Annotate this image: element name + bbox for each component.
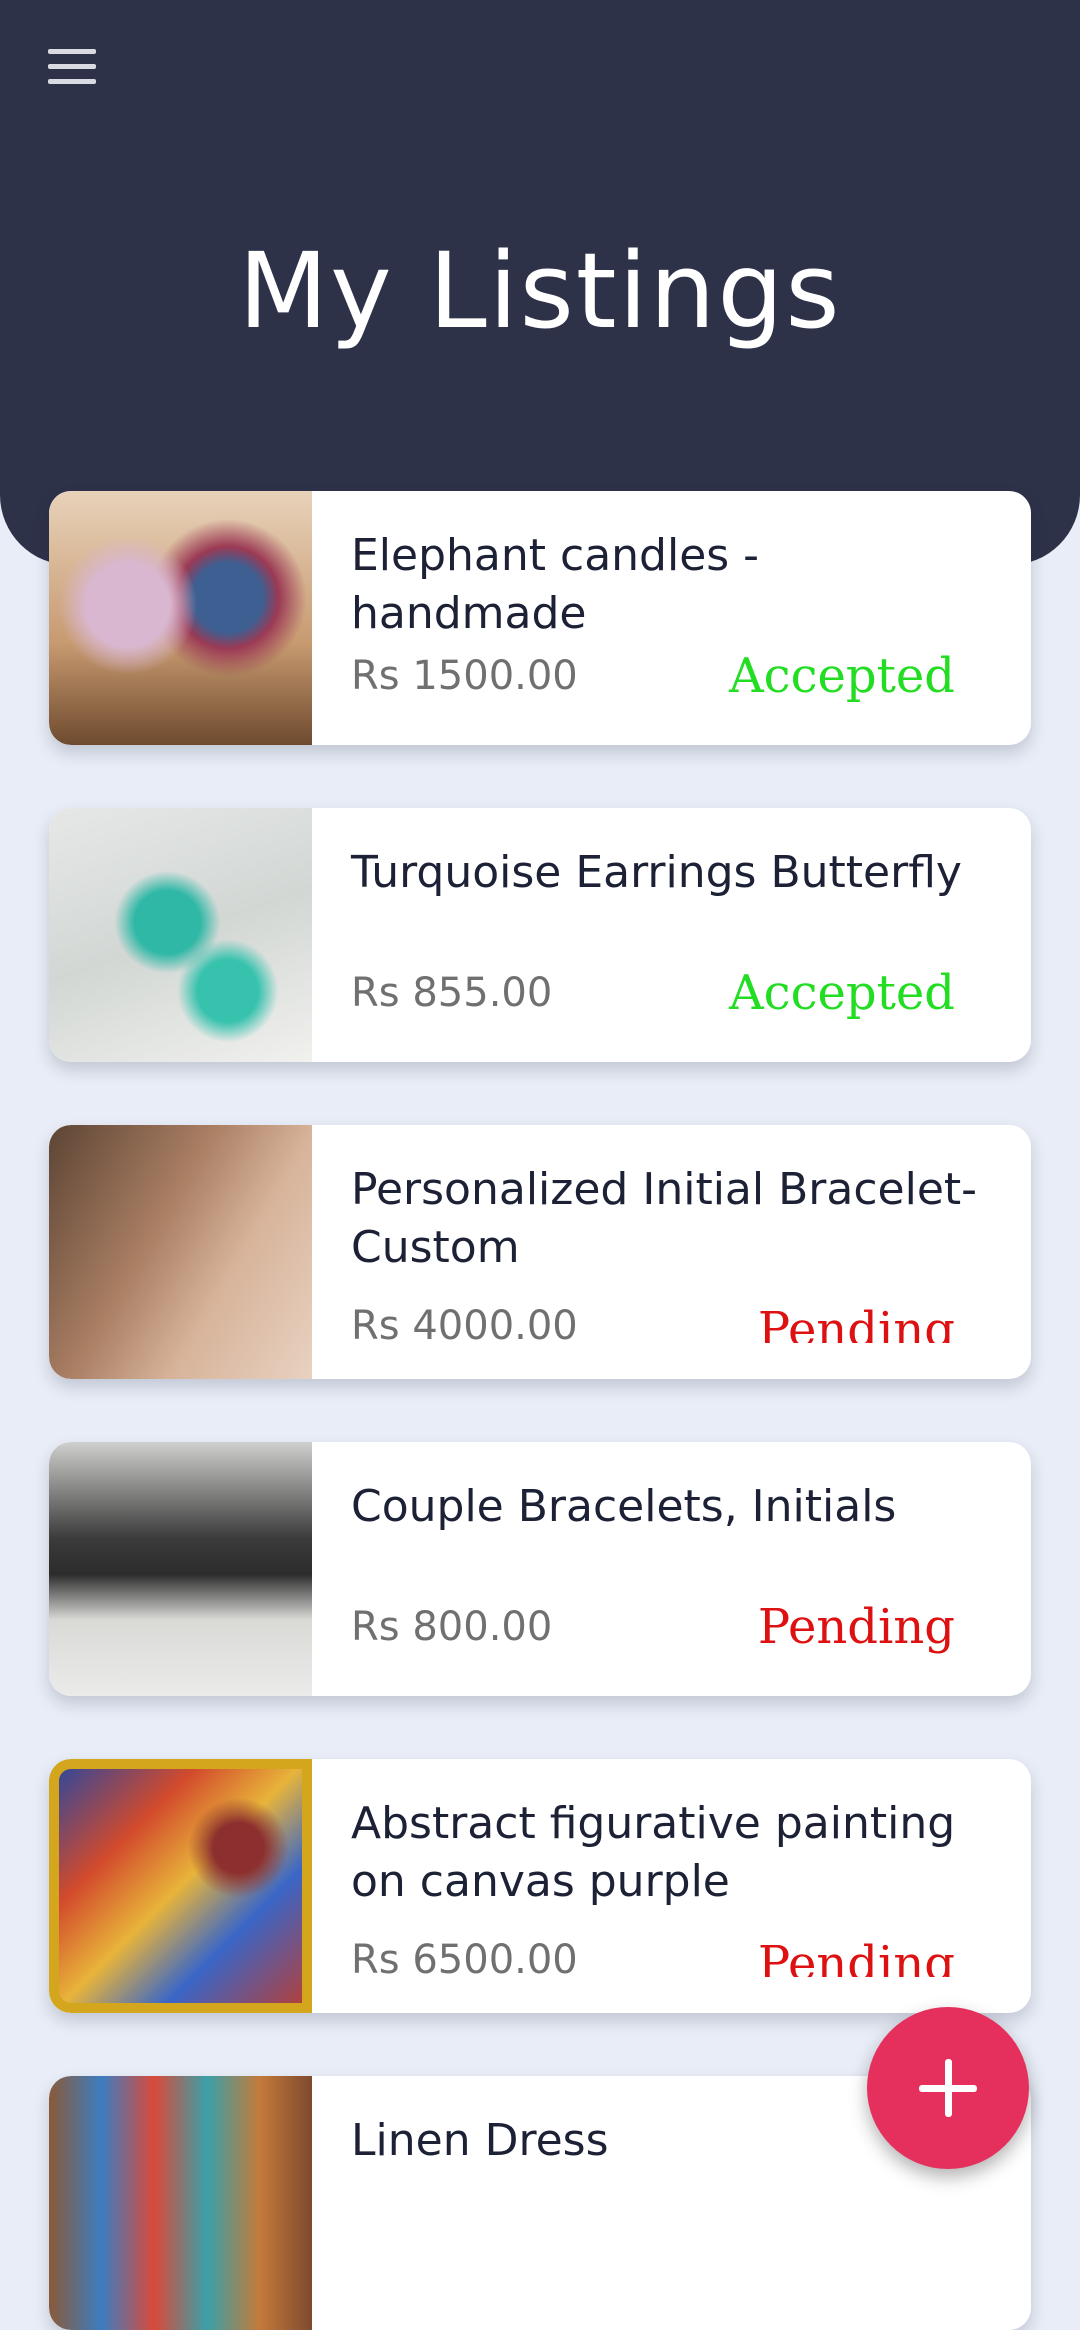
listing-status: Pending <box>757 1936 955 1977</box>
listing-title: Abstract figurative painting on canvas p… <box>351 1798 956 1907</box>
listing-status: Pending <box>757 1302 955 1343</box>
listing-image <box>49 2076 312 2330</box>
listing-title: Personalized Initial Bracelet-Custom <box>351 1164 978 1273</box>
listing-card[interactable]: Elephant candles - handmade Rs 1500.00 A… <box>49 491 1031 745</box>
listing-title: Turquoise Earrings Butterfly <box>351 847 962 898</box>
listing-card[interactable]: Personalized Initial Bracelet-Custom Rs … <box>49 1125 1031 1379</box>
listing-status: Accepted <box>729 648 955 704</box>
header: My Listings <box>0 0 1080 565</box>
listing-price: Rs 800.00 <box>351 1604 553 1650</box>
listing-card[interactable]: Couple Bracelets, Initials Rs 800.00 Pen… <box>49 1442 1031 1696</box>
hamburger-menu-icon[interactable] <box>36 36 108 100</box>
listing-image <box>49 1759 312 2013</box>
listing-card[interactable]: Abstract figurative painting on canvas p… <box>49 1759 1031 2013</box>
listing-image <box>49 808 312 1062</box>
plus-icon <box>867 2007 1029 2169</box>
listing-image <box>49 1442 312 1696</box>
listing-image <box>49 1125 312 1379</box>
add-listing-button[interactable] <box>867 2007 1029 2169</box>
listing-title: Couple Bracelets, Initials <box>351 1481 897 1532</box>
listing-price: Rs 855.00 <box>351 970 553 1016</box>
listing-card[interactable]: Turquoise Earrings Butterfly Rs 855.00 A… <box>49 808 1031 1062</box>
listing-status: Accepted <box>729 965 955 1021</box>
listing-title: Elephant candles - handmade <box>351 530 760 639</box>
page-title: My Listings <box>238 230 842 352</box>
listing-status: Pending <box>757 1599 955 1655</box>
listing-image <box>49 491 312 745</box>
listing-price: Rs 6500.00 <box>351 1937 578 1977</box>
listing-price: Rs 4000.00 <box>351 1303 578 1343</box>
listing-price: Rs 1500.00 <box>351 653 578 699</box>
